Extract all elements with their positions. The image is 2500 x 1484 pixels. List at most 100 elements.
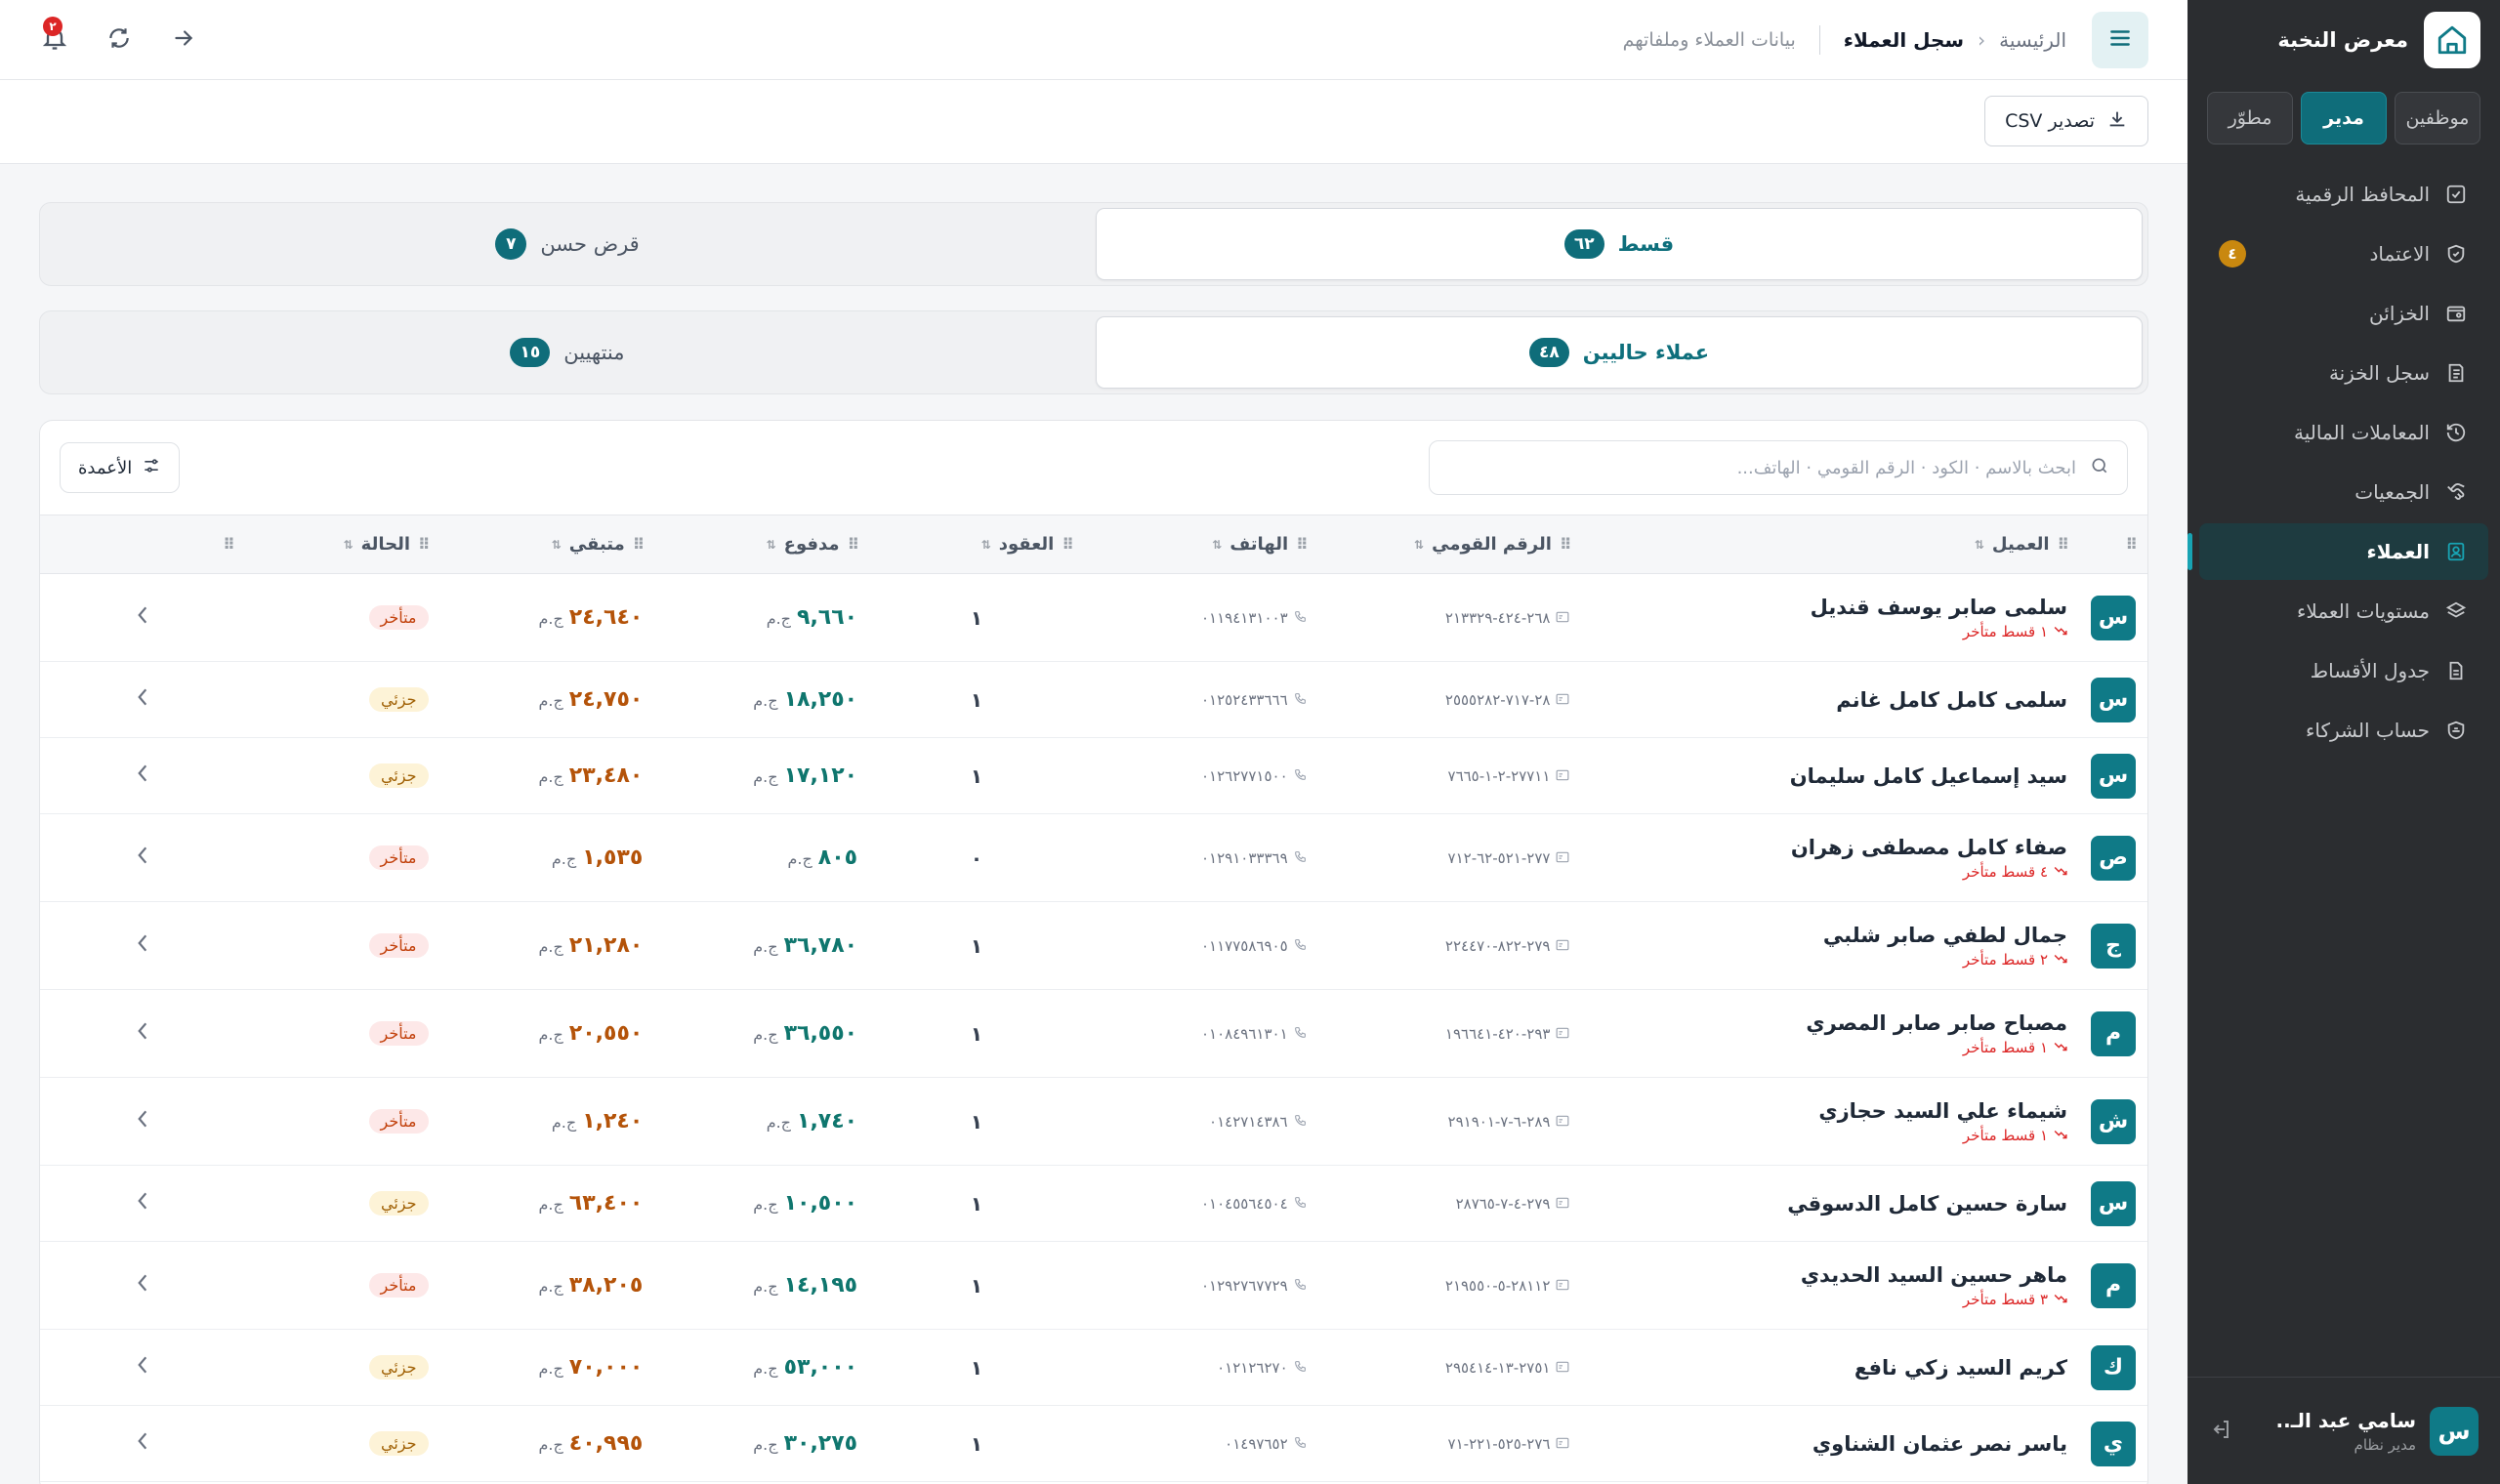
national-id: ٢٩٣-٤٢٠-١٩٦٦٤١ <box>1444 1025 1551 1043</box>
status-badge: جزئي <box>368 1431 429 1456</box>
export-csv-button[interactable]: تصدير CSV <box>1984 96 2148 146</box>
customer-name[interactable]: ماهر حسين السيد الحديدي <box>1593 1263 2067 1287</box>
row-open-button[interactable] <box>40 1329 245 1406</box>
sidebar-item-label: حساب الشركاء <box>2305 719 2430 742</box>
remaining-cell: ٢٤,٦٤٠ ج.م <box>439 573 655 662</box>
tab-good-loan[interactable]: قرض حسن ٧ <box>45 208 1090 280</box>
tab-label: قسط <box>1617 232 1675 256</box>
table-row[interactable]: س سارة حسين كامل الدسوقي ٢٧٩-٤-٧-٢٨٧٦٥ ٠… <box>40 1165 2147 1242</box>
row-open-button[interactable] <box>40 737 245 814</box>
menu-toggle-button[interactable] <box>2092 12 2148 68</box>
tab-finished-customers[interactable]: منتهيين ١٥ <box>45 316 1090 389</box>
customer-cell: كريم السيد زكي نافع <box>1581 1329 2079 1406</box>
table-row[interactable]: ص صفاء كامل مصطفى زهران ٤ قسط متأخر ٢٧٧-٥… <box>40 813 2147 902</box>
sidebar-item-label: العملاء <box>2366 540 2430 563</box>
row-open-button[interactable] <box>40 1165 245 1242</box>
role-developer[interactable]: مطوّر <box>2207 92 2293 144</box>
tab-current-customers[interactable]: عملاء حاليين ٤٨ <box>1096 316 2143 389</box>
customer-name[interactable]: سلمى كامل كامل غانم <box>1593 688 2067 712</box>
shield-check-icon <box>2443 241 2469 267</box>
sidebar-item-safes[interactable]: الخزائن <box>2199 285 2488 342</box>
remaining-cell: ٢٠,٥٥٠ ج.م <box>439 989 655 1078</box>
status-badge: متأخر <box>368 933 429 958</box>
customer-name[interactable]: ياسر نصر عثمان الشناوي <box>1593 1432 2067 1456</box>
row-open-button[interactable] <box>40 1077 245 1166</box>
table-row[interactable]: س سيد إسماعيل كامل سليمان ٢٧٧١١-٢-١-٧٦٦٥… <box>40 737 2147 814</box>
table-row[interactable]: ي ياسر نصر عثمان الشناوي ٢٧٦-٥٢٥-٢٢١-٧١ … <box>40 1405 2147 1482</box>
notifications-button[interactable]: ٢ <box>39 17 70 56</box>
customer-name[interactable]: سارة حسين كامل الدسوقي <box>1593 1192 2067 1216</box>
paid-amount: ٩,٦٦٠ <box>797 605 858 630</box>
phone-cell: ٠١٤٢٧١٤٣٨٦ <box>1083 1077 1318 1166</box>
column-header-national-id[interactable]: ⠿ الرقم القومي ⇅ <box>1318 515 1582 574</box>
row-open-button[interactable] <box>40 1241 245 1330</box>
avatar-cell: ك <box>2079 1329 2147 1406</box>
remaining-cell: ٢١,٢٨٠ ج.م <box>439 901 655 990</box>
row-open-button[interactable] <box>40 989 245 1078</box>
column-header-remaining[interactable]: ⠿ متبقي ⇅ <box>440 515 655 574</box>
brand[interactable]: معرض النخبة <box>2207 12 2480 68</box>
overdue-text: ١ قسط متأخر <box>1962 622 2048 640</box>
role-switcher: موظفين مدير مطوّر <box>2207 92 2480 144</box>
column-header-paid[interactable]: ⠿ مدفوع ⇅ <box>654 515 869 574</box>
sidebar-item-digital-wallets[interactable]: المحافظ الرقمية <box>2199 166 2488 223</box>
sliders-icon <box>142 456 161 480</box>
columns-button[interactable]: الأعمدة <box>60 442 181 493</box>
column-header-contracts[interactable]: ⠿ العقود ⇅ <box>869 515 1084 574</box>
sidebar-item-customer-levels[interactable]: مستويات العملاء <box>2199 583 2488 639</box>
table-row[interactable]: س سلمى صابر يوسف قنديل ١ قسط متأخر ٢٦٨-٤٢… <box>40 573 2147 662</box>
table-row[interactable]: س سلمى كامل كامل غانم ٢٨-٧١٧-٢٥٥٥٢٨٢ ٠١٢… <box>40 661 2147 738</box>
id-card-icon <box>1556 609 1569 627</box>
refresh-button[interactable] <box>104 24 135 56</box>
row-open-button[interactable] <box>40 573 245 662</box>
phone-cell: ٠١٢٩١٠٣٣٣٦٩ <box>1083 813 1318 902</box>
sidebar-item-associations[interactable]: الجمعيات <box>2199 464 2488 520</box>
status-cell: متأخر <box>244 989 440 1078</box>
national-id: ٢٨٩-٦-٧-٢٩١٩٠١ <box>1447 1113 1551 1131</box>
table-row[interactable]: م مصباح صابر صابر المصري ١ قسط متأخر ٢٩٣-… <box>40 989 2147 1078</box>
customer-name[interactable]: جمال لطفي صابر شلبي <box>1593 924 2067 947</box>
column-header-status[interactable]: ⠿ الحالة ⇅ <box>245 515 440 574</box>
tab-installment[interactable]: قسط ٦٢ <box>1096 208 2143 280</box>
customer-name[interactable]: مصباح صابر صابر المصري <box>1593 1011 2067 1035</box>
logout-icon[interactable] <box>2209 1418 2232 1445</box>
sidebar-item-transactions[interactable]: المعاملات المالية <box>2199 404 2488 461</box>
row-open-button[interactable] <box>40 901 245 990</box>
column-header-drag[interactable]: ⠿ <box>2079 515 2147 574</box>
sidebar-item-approvals[interactable]: الاعتماد ٤ <box>2199 226 2488 282</box>
overdue-text: ٤ قسط متأخر <box>1962 862 2048 881</box>
customer-name[interactable]: سلمى صابر يوسف قنديل <box>1593 596 2067 619</box>
customer-name[interactable]: سيد إسماعيل كامل سليمان <box>1593 764 2067 788</box>
column-header-phone[interactable]: ⠿ الهاتف ⇅ <box>1084 515 1318 574</box>
row-open-button[interactable] <box>40 813 245 902</box>
sidebar-item-installments-schedule[interactable]: جدول الأقساط <box>2199 642 2488 699</box>
back-button[interactable] <box>168 24 199 56</box>
sidebar-item-customers[interactable]: العملاء <box>2188 523 2488 580</box>
column-header-customer[interactable]: ⠿ العميل ⇅ <box>1581 515 2079 574</box>
currency-label: ج.م <box>551 849 577 868</box>
row-open-button[interactable] <box>40 1405 245 1482</box>
user-role: مدير نظام <box>2354 1435 2416 1454</box>
remaining-amount: ٢١,٢٨٠ <box>568 933 644 958</box>
column-header-actions[interactable]: ⠿ <box>40 515 245 574</box>
table-row[interactable]: ك كريم السيد زكي نافع ٢٧٥١-١٣-٢٩٥٤١٤ ٠١٢… <box>40 1329 2147 1406</box>
search-input[interactable] <box>1447 457 2076 478</box>
national-id-cell: ٢٦٨-٤٢٤-٢١٣٣٢٩ <box>1317 573 1582 662</box>
row-open-button[interactable] <box>40 661 245 738</box>
role-staff[interactable]: موظفين <box>2395 92 2480 144</box>
customer-cell: جمال لطفي صابر شلبي ٢ قسط متأخر <box>1581 901 2079 990</box>
customer-name[interactable]: صفاء كامل مصطفى زهران <box>1593 836 2067 859</box>
table-row[interactable]: م ماهر حسين السيد الحديدي ٣ قسط متأخر ٢٨١… <box>40 1241 2147 1330</box>
phone-icon <box>1294 1195 1307 1213</box>
currency-label: ج.م <box>538 1025 563 1044</box>
sidebar-item-partners-account[interactable]: حساب الشركاء <box>2199 702 2488 759</box>
trend-down-icon <box>2054 1039 2067 1056</box>
customer-name[interactable]: شيماء علي السيد حجازي <box>1593 1099 2067 1123</box>
national-id-cell: ٢٧٩-٨٢٢-٢٢٤٤٧٠ <box>1317 901 1582 990</box>
sidebar-item-safe-log[interactable]: سجل الخزنة <box>2199 345 2488 401</box>
role-manager[interactable]: مدير <box>2301 92 2387 144</box>
breadcrumb-home-link[interactable]: الرئيسية <box>1999 28 2066 52</box>
table-row[interactable]: ش شيماء علي السيد حجازي ١ قسط متأخر ٢٨٩-٦… <box>40 1077 2147 1166</box>
table-row[interactable]: ج جمال لطفي صابر شلبي ٢ قسط متأخر ٢٧٩-٨٢٢… <box>40 901 2147 990</box>
customer-name[interactable]: كريم السيد زكي نافع <box>1593 1356 2067 1380</box>
